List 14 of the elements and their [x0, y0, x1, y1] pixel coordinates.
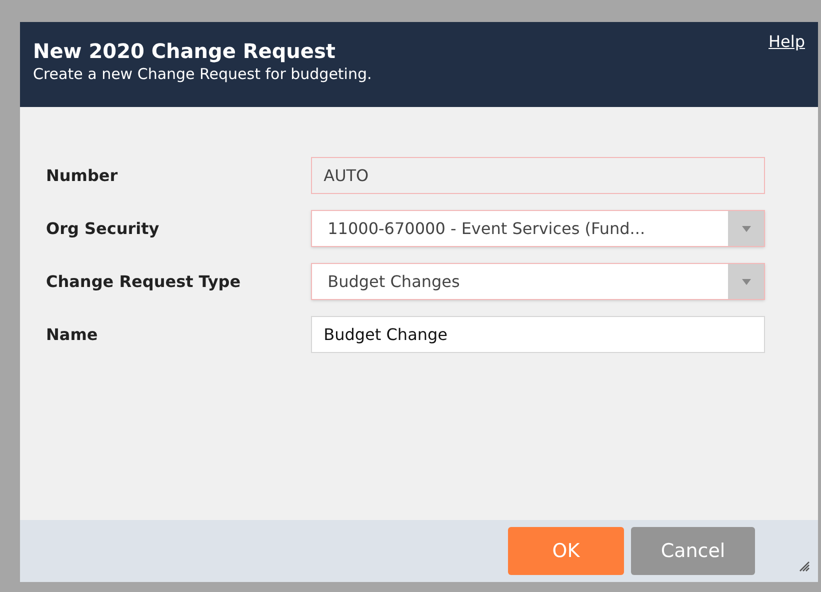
- dropdown-arrow-icon: [742, 226, 750, 232]
- number-field: AUTO: [310, 157, 765, 194]
- dropdown-field[interactable]: 11000-670000 - Event Services (Fund...: [310, 210, 765, 247]
- name-input-field[interactable]: Budget Change: [310, 316, 765, 353]
- dropdown-arrow-icon: [742, 278, 750, 284]
- field-label: Org Security: [46, 218, 160, 240]
- resize-grip-icon[interactable]: [798, 560, 810, 572]
- dialog-subtitle: Create a new Change Request for budgeting.: [33, 64, 372, 84]
- help-link[interactable]: Help: [768, 30, 805, 52]
- dropdown-field[interactable]: Budget Changes: [310, 263, 765, 300]
- field-label: Number: [46, 164, 119, 186]
- dialog-title: New 2020 Change Request: [33, 38, 336, 64]
- field-label: Change Request Type: [46, 270, 242, 292]
- field-label: Name: [46, 324, 99, 346]
